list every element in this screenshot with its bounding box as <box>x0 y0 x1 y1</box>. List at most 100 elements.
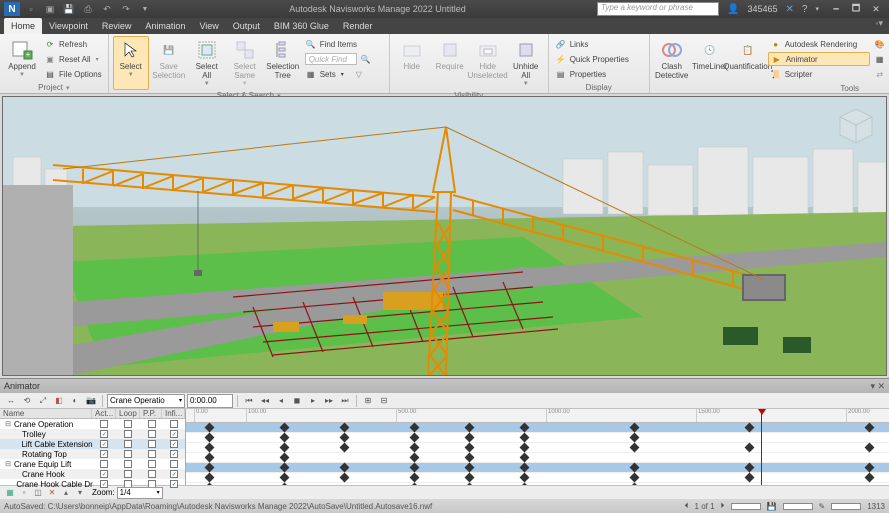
keyframe-icon[interactable] <box>630 433 640 443</box>
tree-row[interactable]: ·Crane Hook✓✓ <box>0 469 185 479</box>
col-inf[interactable]: Infi... <box>162 409 185 418</box>
keyframe-icon[interactable] <box>410 463 420 473</box>
checkbox-act[interactable]: ✓ <box>100 430 108 438</box>
keyframe-icon[interactable] <box>340 433 350 443</box>
step-fwd-icon[interactable]: ▸▸ <box>322 394 336 408</box>
tab-home[interactable]: Home <box>4 18 42 34</box>
qat-save-icon[interactable]: 💾 <box>62 2 76 16</box>
hide-unselected-button[interactable]: Hide Unselected <box>470 36 506 90</box>
forward-end-icon[interactable]: ⏭ <box>338 394 352 408</box>
quick-properties-button[interactable]: ⚡Quick Properties <box>553 52 645 66</box>
checkbox-pp[interactable] <box>148 440 156 448</box>
timeline-ruler[interactable]: 0.00100.00500.001000.001500.002000.00 <box>186 409 889 423</box>
find-items-button[interactable]: 🔍Find Items <box>303 37 385 51</box>
tree-row[interactable]: ·Lift Cable Extension✓✓ <box>0 439 185 449</box>
keyframe-icon[interactable] <box>865 443 875 453</box>
timeline-playhead[interactable] <box>761 409 762 485</box>
tab-viewpoint[interactable]: Viewpoint <box>42 18 95 34</box>
checkbox-act[interactable]: ✓ <box>100 470 108 478</box>
add-scene-icon[interactable]: ▦ <box>4 487 16 499</box>
keyframe-icon[interactable] <box>865 463 875 473</box>
user-id[interactable]: 345465 <box>747 4 777 14</box>
properties-button[interactable]: ▤Properties <box>553 67 645 81</box>
color-tool-icon[interactable]: ◧ <box>52 394 66 408</box>
keyframe-icon[interactable] <box>205 423 215 433</box>
appearance-profiler-button[interactable]: 🎨Appearance Profiler <box>872 37 889 51</box>
keyframe-icon[interactable] <box>340 423 350 433</box>
add-camera-icon[interactable]: ▫ <box>18 487 30 499</box>
select-button[interactable]: Select ▼ <box>113 36 149 90</box>
keyframe-icon[interactable] <box>410 483 420 485</box>
keyframe-icon[interactable] <box>630 483 640 485</box>
tab-render[interactable]: Render <box>336 18 380 34</box>
scene-selector[interactable]: Crane Operatio▾ <box>107 394 185 408</box>
capture-keyframe-icon[interactable]: 📷 <box>84 394 98 408</box>
keyframe-icon[interactable] <box>745 423 755 433</box>
checkbox-pp[interactable] <box>148 420 156 428</box>
checkbox-pp[interactable] <box>148 470 156 478</box>
keyframe-icon[interactable] <box>280 453 290 463</box>
filter-icon[interactable]: ▽ <box>353 68 365 80</box>
checkbox-act[interactable]: ✓ <box>100 440 108 448</box>
qat-redo-icon[interactable]: ↷ <box>119 2 133 16</box>
keyframe-icon[interactable] <box>410 473 420 483</box>
keyframe-icon[interactable] <box>865 423 875 433</box>
checkbox-pp[interactable] <box>148 460 156 468</box>
project-expand-icon[interactable]: ▾ <box>66 84 70 92</box>
help-icon[interactable]: ? <box>802 4 808 15</box>
pager-next-icon[interactable]: ⏵ <box>721 501 725 511</box>
time-display[interactable]: 0:00.00 <box>187 394 233 408</box>
snap2-icon[interactable]: ⊟ <box>377 394 391 408</box>
batch-utility-button[interactable]: ▦Batch Utility <box>872 52 889 66</box>
keyframe-icon[interactable] <box>465 433 475 443</box>
checkbox-inf[interactable]: ✓ <box>170 480 178 488</box>
keyframe-icon[interactable] <box>205 483 215 485</box>
quick-find-go-icon[interactable]: 🔍 <box>360 53 372 65</box>
file-options-button[interactable]: ▤File Options <box>42 67 104 81</box>
checkbox-inf[interactable]: ✓ <box>170 470 178 478</box>
compare-button[interactable]: ⇄Compare <box>872 67 889 81</box>
checkbox-loop[interactable] <box>124 460 132 468</box>
keyframe-icon[interactable] <box>520 463 530 473</box>
keyframe-icon[interactable] <box>520 473 530 483</box>
links-button[interactable]: 🔗Links <box>553 37 645 51</box>
col-loop[interactable]: Loop <box>116 409 140 418</box>
keyframe-icon[interactable] <box>280 433 290 443</box>
keyframe-icon[interactable] <box>465 453 475 463</box>
maximize-button[interactable]: 🗖 <box>847 2 865 16</box>
view-cube[interactable] <box>836 105 876 145</box>
keyframe-icon[interactable] <box>280 463 290 473</box>
keyframe-icon[interactable] <box>465 443 475 453</box>
help-dropdown-icon[interactable]: ▾ <box>815 5 819 13</box>
reset-all-button[interactable]: ▣Reset All▾ <box>42 52 104 66</box>
pager-prev-icon[interactable]: ⏴ <box>685 501 689 511</box>
animator-timeline[interactable]: 0.00100.00500.001000.001500.002000.00 <box>186 409 889 485</box>
keyframe-icon[interactable] <box>205 463 215 473</box>
checkbox-loop[interactable] <box>124 450 132 458</box>
sets-button[interactable]: ▦Sets▾▽ <box>303 67 385 81</box>
step-back-icon[interactable]: ◂◂ <box>258 394 272 408</box>
checkbox-inf[interactable]: ✓ <box>170 440 178 448</box>
keyframe-icon[interactable] <box>465 473 475 483</box>
keyframe-icon[interactable] <box>205 443 215 453</box>
quick-find-input[interactable]: Quick Find🔍 <box>303 52 385 66</box>
keyframe-icon[interactable] <box>410 423 420 433</box>
timeline-track[interactable] <box>186 463 889 473</box>
translate-tool-icon[interactable]: ↔ <box>4 394 18 408</box>
animator-title-bar[interactable]: Animator ▾ ✕ <box>0 379 889 393</box>
tab-view[interactable]: View <box>192 18 225 34</box>
keyframe-icon[interactable] <box>205 433 215 443</box>
exchange-icon[interactable]: ✕ <box>786 4 794 15</box>
keyframe-icon[interactable] <box>205 473 215 483</box>
checkbox-loop[interactable] <box>124 430 132 438</box>
timeline-track[interactable] <box>186 443 889 453</box>
tree-row[interactable]: ⊟Crane Equip Lift <box>0 459 185 469</box>
refresh-button[interactable]: ⟳Refresh <box>42 37 104 51</box>
play-icon[interactable]: ▸ <box>306 394 320 408</box>
save-selection-button[interactable]: 💾 Save Selection <box>151 36 187 90</box>
tree-row[interactable]: ⊟Crane Operation <box>0 419 185 429</box>
checkbox-inf[interactable] <box>170 460 178 468</box>
keyframe-icon[interactable] <box>410 453 420 463</box>
minimize-button[interactable]: 🗕 <box>827 2 845 16</box>
move-down-icon[interactable]: ▾ <box>74 487 86 499</box>
